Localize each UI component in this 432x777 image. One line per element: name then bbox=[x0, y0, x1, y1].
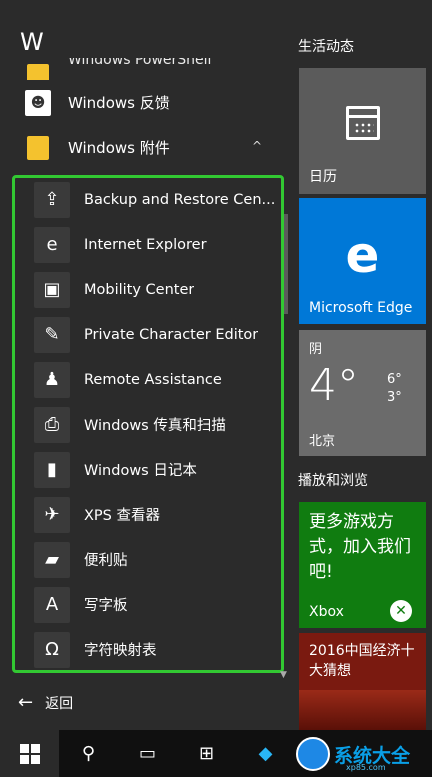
tile-area: 生活动态 日历 e Microsoft Edge 阴 4° 6° 3° 北京 播… bbox=[290, 0, 432, 730]
list-item-label: Remote Assistance bbox=[84, 371, 222, 388]
windows-logo-icon bbox=[19, 743, 40, 764]
task-view-icon: ▭ bbox=[138, 743, 156, 764]
weather-city: 北京 bbox=[309, 434, 336, 449]
xps-viewer-icon: ✈ bbox=[34, 496, 70, 533]
list-item-label: Windows PowerShell bbox=[68, 58, 212, 68]
tile-label: Xbox bbox=[309, 604, 344, 620]
list-item-label: Windows 反馈 bbox=[68, 94, 170, 112]
edge-tile[interactable]: e Microsoft Edge bbox=[299, 198, 426, 324]
list-item-label: Private Character Editor bbox=[84, 326, 259, 343]
list-item-label: 写字板 bbox=[84, 598, 128, 614]
list-item[interactable]: Ω 字符映射表 bbox=[14, 627, 282, 672]
group-title-life: 生活动态 bbox=[298, 39, 354, 55]
start-button[interactable] bbox=[0, 730, 59, 777]
feedback-icon: ☻ bbox=[20, 85, 56, 121]
list-item-feedback[interactable]: ☻ Windows 反馈 bbox=[14, 80, 284, 125]
fax-scan-icon: ⎙ bbox=[34, 406, 70, 443]
calendar-tile[interactable]: 日历 bbox=[299, 68, 426, 194]
list-item[interactable]: ✎ Private Character Editor bbox=[14, 312, 282, 357]
group-title-play: 播放和浏览 bbox=[298, 473, 368, 489]
chevron-up-icon[interactable]: ^ bbox=[252, 139, 262, 153]
edge-icon: e bbox=[345, 226, 380, 284]
news-tile[interactable]: 2016中国经济十大猜想 bbox=[299, 633, 426, 730]
list-item-label: Backup and Restore Cen... bbox=[84, 191, 276, 208]
list-item[interactable]: ▮ Windows 日记本 bbox=[14, 447, 282, 492]
news-image bbox=[299, 690, 426, 730]
list-item[interactable]: ⇪ Backup and Restore Cen... bbox=[14, 177, 282, 222]
list-item[interactable]: ♟ Remote Assistance bbox=[14, 357, 282, 402]
watermark-url: xp85.com bbox=[346, 763, 386, 772]
remote-assistance-icon: ♟ bbox=[34, 361, 70, 398]
watermark-icon bbox=[296, 737, 330, 771]
watermark-logo: 系统大全 xp85.com bbox=[296, 733, 430, 775]
back-label: 返回 bbox=[45, 695, 74, 712]
app-button[interactable]: ◆ bbox=[236, 730, 295, 777]
mobility-center-icon: ▣ bbox=[34, 271, 70, 308]
weather-condition: 阴 bbox=[309, 342, 323, 357]
list-item[interactable]: ✈ XPS 查看器 bbox=[14, 492, 282, 537]
tile-label: 日历 bbox=[309, 169, 337, 185]
start-menu: W Windows PowerShell ☻ Windows 反馈 Window… bbox=[0, 0, 432, 777]
scroll-down-icon[interactable]: ▼ bbox=[280, 670, 287, 680]
sticky-notes-icon: ▰ bbox=[34, 541, 70, 578]
wordpad-icon: A bbox=[34, 586, 70, 623]
scrollbar[interactable] bbox=[284, 214, 288, 314]
list-item-label: Mobility Center bbox=[84, 281, 195, 298]
group-letter[interactable]: W bbox=[20, 28, 44, 56]
character-editor-icon: ✎ bbox=[34, 316, 70, 353]
list-item-label: 便利贴 bbox=[84, 553, 128, 569]
news-headline: 2016中国经济十大猜想 bbox=[309, 643, 415, 679]
calendar-icon bbox=[345, 106, 380, 140]
list-item-powershell[interactable]: Windows PowerShell bbox=[14, 58, 284, 80]
xbox-icon: ✕ bbox=[390, 600, 412, 622]
backup-icon: ⇪ bbox=[34, 181, 70, 218]
list-item-label: 字符映射表 bbox=[84, 643, 157, 659]
top-app-list: Windows PowerShell ☻ Windows 反馈 Windows … bbox=[14, 58, 284, 170]
weather-high: 6° bbox=[387, 372, 402, 387]
list-item-label: Windows 传真和扫描 bbox=[84, 418, 226, 434]
journal-icon: ▮ bbox=[34, 451, 70, 488]
tile-label: Microsoft Edge bbox=[309, 300, 413, 316]
internet-explorer-icon: e bbox=[34, 226, 70, 263]
list-item[interactable]: A 写字板 bbox=[14, 582, 282, 627]
store-icon: ⊞ bbox=[198, 743, 215, 764]
list-item[interactable]: ▣ Mobility Center bbox=[14, 267, 282, 312]
list-item[interactable]: ⎙ Windows 传真和扫描 bbox=[14, 402, 282, 447]
list-item[interactable]: e Internet Explorer bbox=[14, 222, 282, 267]
accessories-list: ⇪ Backup and Restore Cen... e Internet Expl… bbox=[14, 177, 282, 672]
list-item-label: Windows 日记本 bbox=[84, 463, 197, 479]
character-map-icon: Ω bbox=[34, 631, 70, 668]
list-item-accessories-folder[interactable]: Windows 附件 ^ bbox=[14, 125, 284, 170]
xbox-promo: 更多游戏方式，加入我们吧! bbox=[309, 512, 411, 582]
list-item-label: XPS 查看器 bbox=[84, 508, 160, 524]
app-icon: ◆ bbox=[258, 743, 273, 764]
back-arrow-icon: ← bbox=[18, 692, 34, 713]
weather-low: 3° bbox=[387, 390, 402, 405]
app-list: W Windows PowerShell ☻ Windows 反馈 Window… bbox=[0, 0, 290, 730]
list-item-label: Internet Explorer bbox=[84, 236, 207, 253]
list-item[interactable]: ▰ 便利贴 bbox=[14, 537, 282, 582]
task-view-button[interactable]: ▭ bbox=[118, 730, 177, 777]
weather-temp: 4° bbox=[309, 360, 359, 411]
xbox-tile[interactable]: 更多游戏方式，加入我们吧! Xbox ✕ bbox=[299, 502, 426, 628]
weather-tile[interactable]: 阴 4° 6° 3° 北京 bbox=[299, 330, 426, 456]
folder-icon bbox=[20, 58, 56, 80]
search-button[interactable]: ⚲ bbox=[59, 730, 118, 777]
back-button[interactable]: ← 返回 bbox=[18, 692, 73, 713]
search-icon: ⚲ bbox=[81, 743, 96, 764]
list-item-label: Windows 附件 bbox=[68, 139, 170, 157]
store-button[interactable]: ⊞ bbox=[177, 730, 236, 777]
folder-icon bbox=[20, 130, 56, 166]
